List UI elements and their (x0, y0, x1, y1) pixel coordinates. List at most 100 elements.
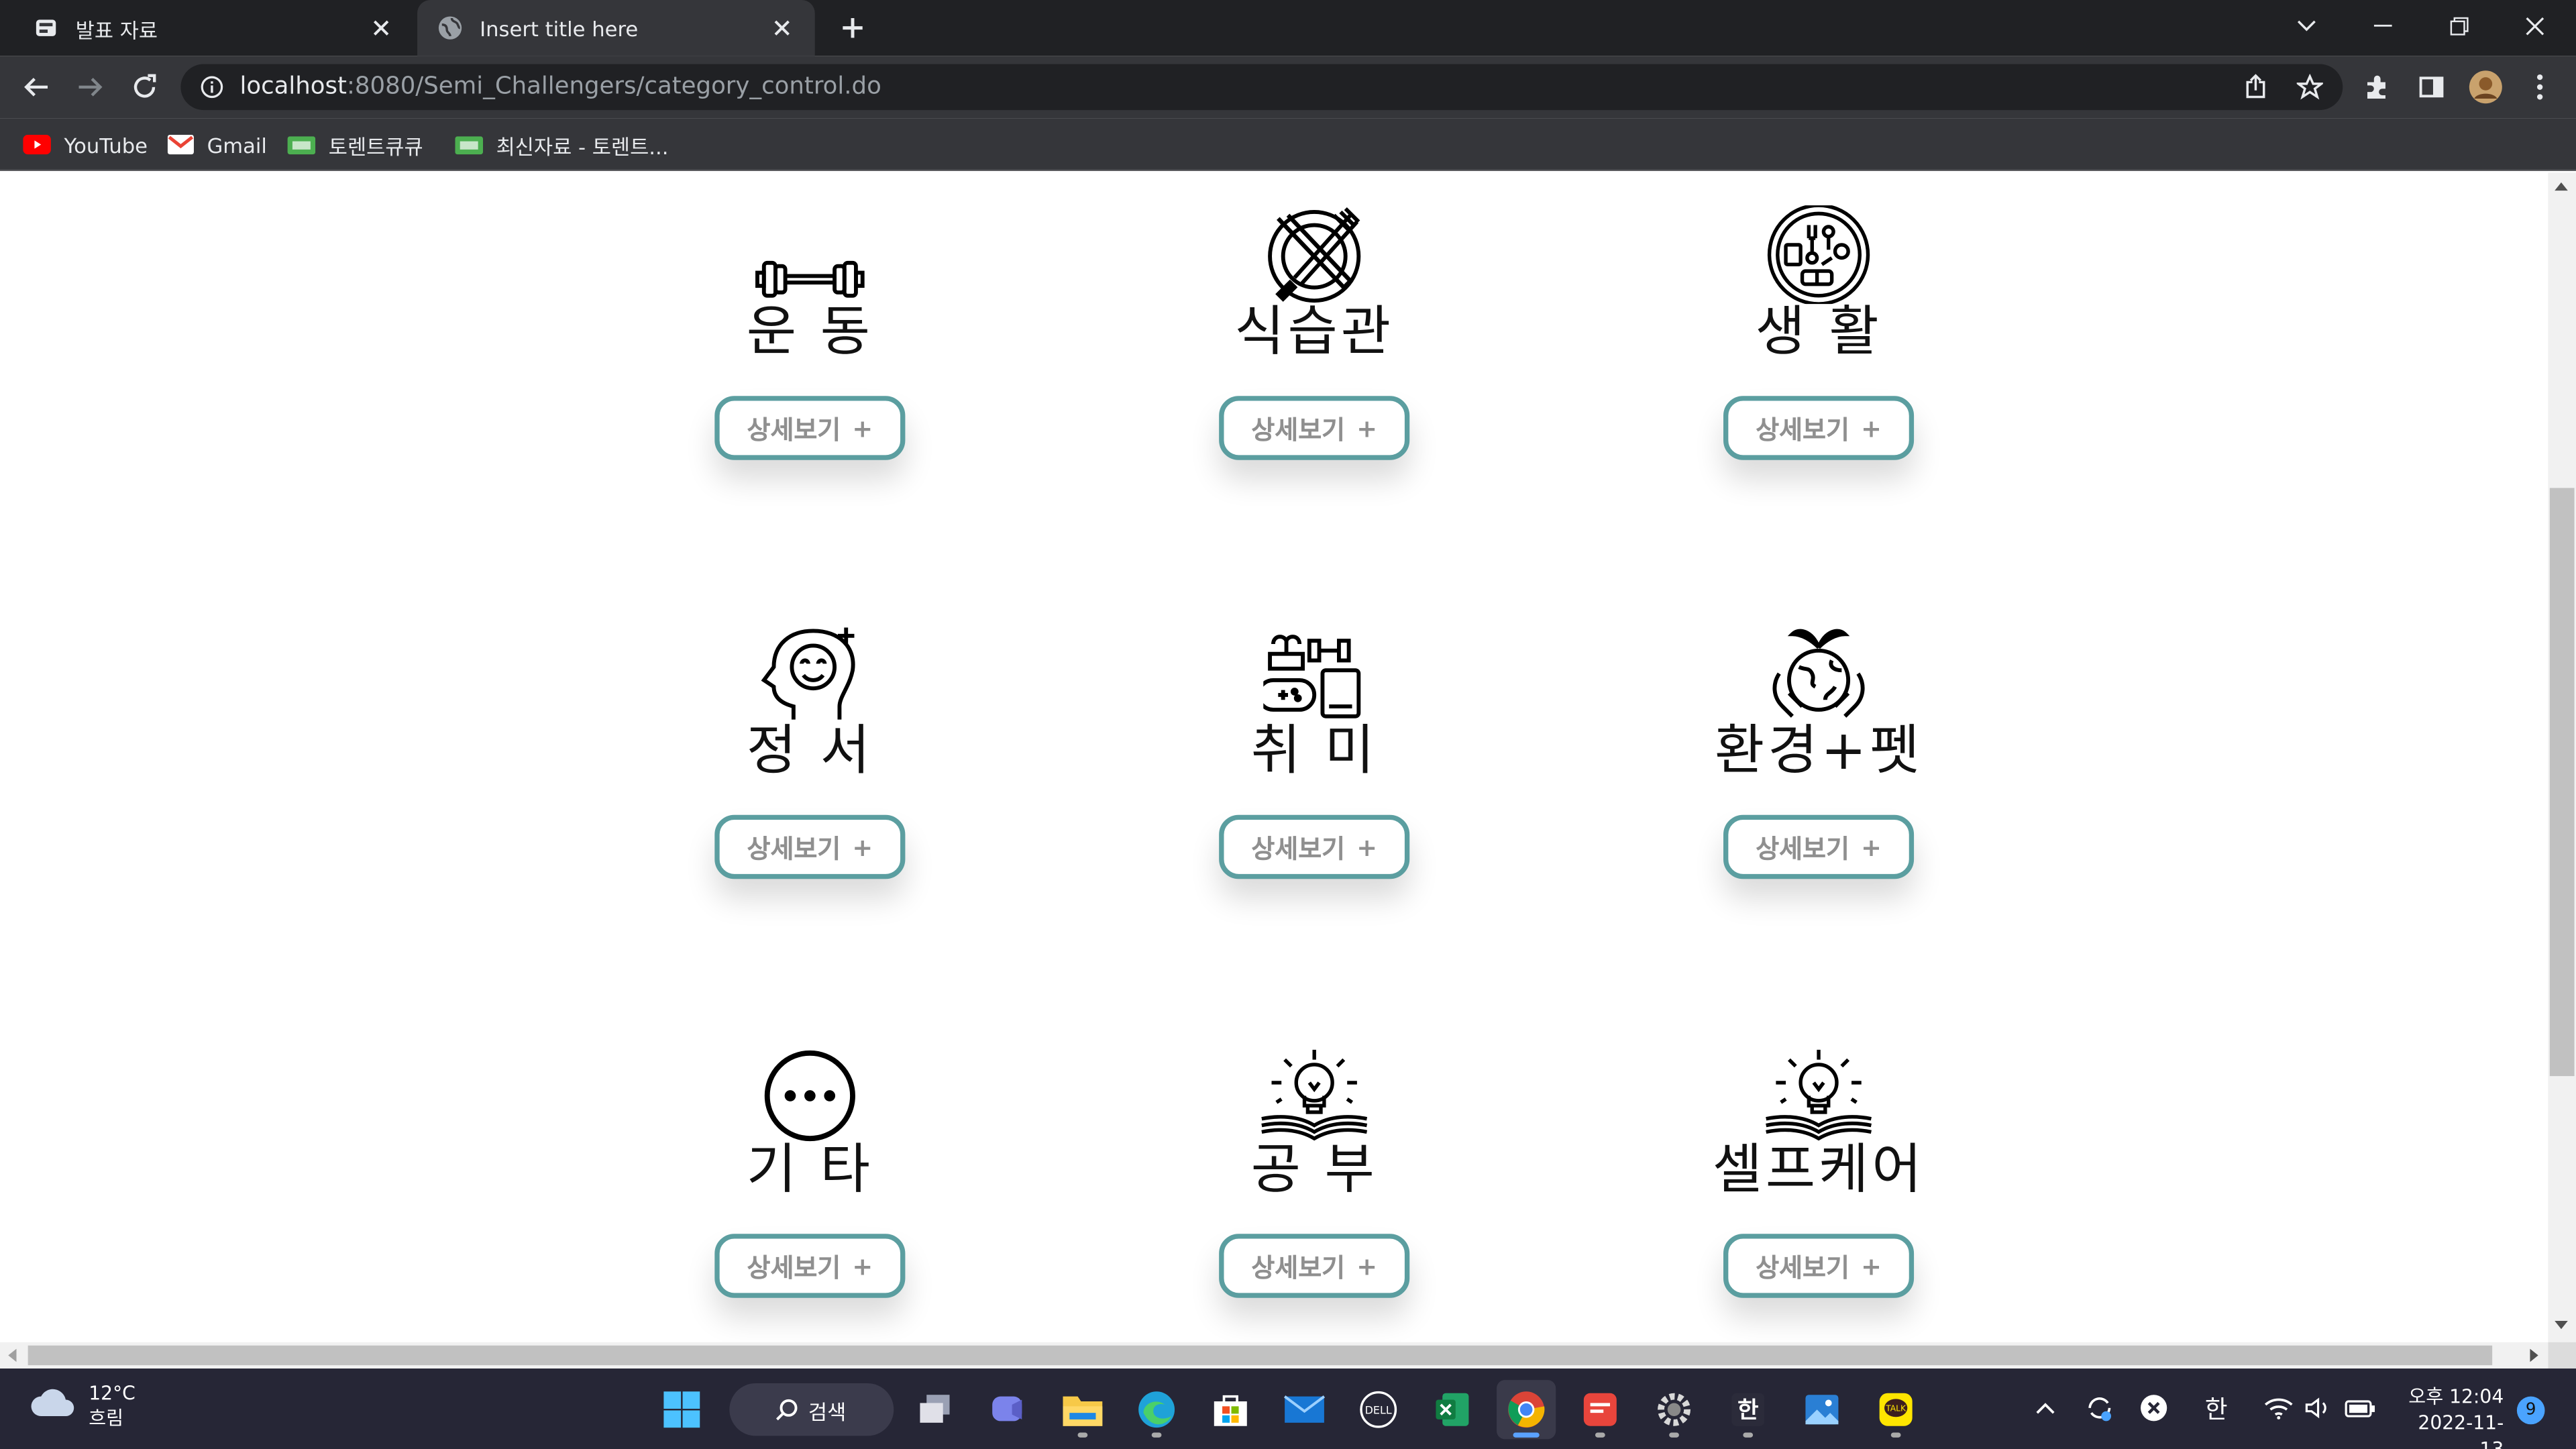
taskbar-search[interactable]: 검색 (729, 1383, 894, 1436)
x-circle-icon[interactable] (2136, 1388, 2172, 1428)
teams-chat-icon[interactable] (979, 1380, 1038, 1439)
scroll-right-arrow-icon[interactable] (2530, 1348, 2538, 1362)
close-window-icon[interactable] (2497, 0, 2573, 52)
clock-date: 2022-11-13 (2418, 1411, 2504, 1449)
side-panel-icon[interactable] (2410, 66, 2453, 109)
detail-button-etc[interactable]: 상세보기 + (714, 1234, 906, 1298)
detail-button-study[interactable]: 상세보기 + (1219, 1234, 1410, 1298)
start-button[interactable] (652, 1380, 711, 1439)
plus-icon: + (852, 1250, 873, 1281)
show-hidden-icons-chevron-icon[interactable] (2031, 1388, 2060, 1428)
photos-icon[interactable] (1792, 1380, 1851, 1439)
edge-icon[interactable] (1127, 1380, 1186, 1439)
category-study: 공 부 상세보기 + (1117, 1043, 1511, 1298)
bookmark-gmail[interactable]: Gmail (167, 128, 267, 161)
detail-button-self-care[interactable]: 상세보기 + (1723, 1234, 1915, 1298)
scroll-up-arrow-icon[interactable] (2555, 182, 2568, 191)
share-icon[interactable] (2235, 66, 2277, 109)
tab-strip: 발표 자료 Insert title here (0, 0, 2576, 56)
profile-avatar-icon[interactable] (2464, 66, 2507, 109)
running-indicator (1151, 1432, 1162, 1438)
hobby-icon (1117, 625, 1511, 723)
running-indicator (1669, 1432, 1679, 1438)
detail-button-exercise[interactable]: 상세보기 + (714, 396, 906, 460)
category-hobby: 취 미 상세보기 + (1117, 625, 1511, 879)
microsoft-store-icon[interactable] (1201, 1380, 1260, 1439)
notification-badge[interactable]: 9 (2516, 1396, 2545, 1425)
ime-indicator[interactable]: 한 (2198, 1388, 2235, 1428)
menu-kebab-icon[interactable] (2518, 66, 2561, 109)
dell-icon[interactable]: DELL (1349, 1380, 1408, 1439)
close-tab-icon[interactable] (368, 15, 394, 41)
plate-fork-knife-icon (1117, 205, 1511, 304)
detail-button-label: 상세보기 (1251, 415, 1346, 445)
bookmark-latest-torrent[interactable]: 최신자료 - 토렌트... (455, 128, 668, 161)
lightbulb-book-icon (1621, 1043, 2016, 1142)
detail-button-environment-pet[interactable]: 상세보기 + (1723, 814, 1915, 879)
volume-icon[interactable] (2302, 1388, 2334, 1428)
address-bar[interactable]: localhost:8080/Semi_Challengers/category… (180, 64, 2343, 111)
detail-button-eating-habits[interactable]: 상세보기 + (1219, 396, 1410, 460)
category-label: 식습관 (1234, 299, 1395, 364)
horizontal-scroll-thumb[interactable] (28, 1345, 2493, 1366)
chrome-icon[interactable] (1497, 1380, 1556, 1440)
bookmark-label: 토렌트큐큐 (328, 133, 423, 159)
restore-icon[interactable] (2422, 0, 2498, 52)
dumbbell-icon (612, 205, 1007, 304)
settings-gear-icon[interactable] (1644, 1380, 1703, 1439)
kakaotalk-icon[interactable]: TALK (1866, 1380, 1925, 1439)
forward-icon[interactable] (69, 66, 112, 109)
horizontal-scrollbar[interactable] (0, 1342, 2548, 1369)
wifi-icon[interactable] (2262, 1388, 2295, 1428)
running-indicator (1743, 1432, 1754, 1438)
svg-text:DELL: DELL (1365, 1403, 1392, 1416)
reload-icon[interactable] (123, 66, 166, 109)
sync-icon[interactable] (2082, 1388, 2118, 1428)
task-view-icon[interactable] (905, 1380, 964, 1439)
back-icon[interactable] (15, 66, 58, 109)
bookmark-star-icon[interactable] (2288, 66, 2331, 109)
file-explorer-icon[interactable] (1053, 1380, 1112, 1439)
tab-search-icon[interactable] (2269, 0, 2345, 52)
category-etc: 기 타 상세보기 + (612, 1043, 1007, 1298)
battery-icon[interactable] (2343, 1388, 2379, 1428)
scrollbar-corner (2548, 1342, 2576, 1369)
excel-icon[interactable] (1423, 1380, 1482, 1439)
bookmark-torrent-qq[interactable]: 토렌트큐큐 (287, 128, 423, 161)
search-icon (775, 1398, 798, 1421)
slides-icon (33, 15, 59, 41)
globe-icon (437, 15, 463, 41)
detail-button-label: 상세보기 (1756, 1252, 1849, 1283)
detail-button-label: 상세보기 (747, 833, 841, 863)
weather-widget[interactable]: 12°C 흐림 (30, 1382, 136, 1431)
system-clock[interactable]: 오후 12:04 2022-11-13 (2396, 1383, 2504, 1449)
scroll-down-arrow-icon[interactable] (2555, 1320, 2568, 1330)
site-info-icon[interactable] (201, 76, 223, 99)
minimize-icon[interactable] (2345, 0, 2420, 52)
tab-presentation[interactable]: 발표 자료 (13, 0, 415, 56)
presentation-app-icon[interactable] (1570, 1380, 1629, 1439)
extensions-icon[interactable] (2356, 66, 2399, 109)
plus-icon: + (1861, 832, 1882, 862)
detail-button-daily-life[interactable]: 상세보기 + (1723, 396, 1915, 460)
hangul-word-icon[interactable]: 한 (1719, 1380, 1778, 1439)
category-eating-habits: 식습관 상세보기 + (1117, 205, 1511, 460)
clock-time: 오후 12:04 (2408, 1385, 2504, 1408)
plus-icon: + (1356, 413, 1378, 443)
weather-temperature: 12°C (89, 1381, 136, 1405)
plus-icon: + (852, 413, 873, 443)
detail-button-hobby[interactable]: 상세보기 + (1219, 814, 1410, 879)
new-tab-button[interactable] (835, 10, 871, 46)
bookmark-youtube[interactable]: YouTube (23, 128, 148, 161)
category-label: 운 동 (746, 299, 873, 364)
vertical-scrollbar[interactable] (2548, 172, 2576, 1342)
earth-hands-icon (1621, 625, 2016, 723)
scroll-left-arrow-icon[interactable] (8, 1348, 17, 1362)
detail-button-emotion[interactable]: 상세보기 + (714, 814, 906, 879)
vertical-scroll-thumb[interactable] (2549, 488, 2575, 1077)
tab-insert-title[interactable]: Insert title here (417, 0, 815, 56)
plus-icon: + (852, 832, 873, 862)
close-tab-icon[interactable] (769, 15, 795, 41)
mail-icon[interactable] (1275, 1380, 1334, 1439)
category-label: 생 활 (1755, 299, 1882, 364)
